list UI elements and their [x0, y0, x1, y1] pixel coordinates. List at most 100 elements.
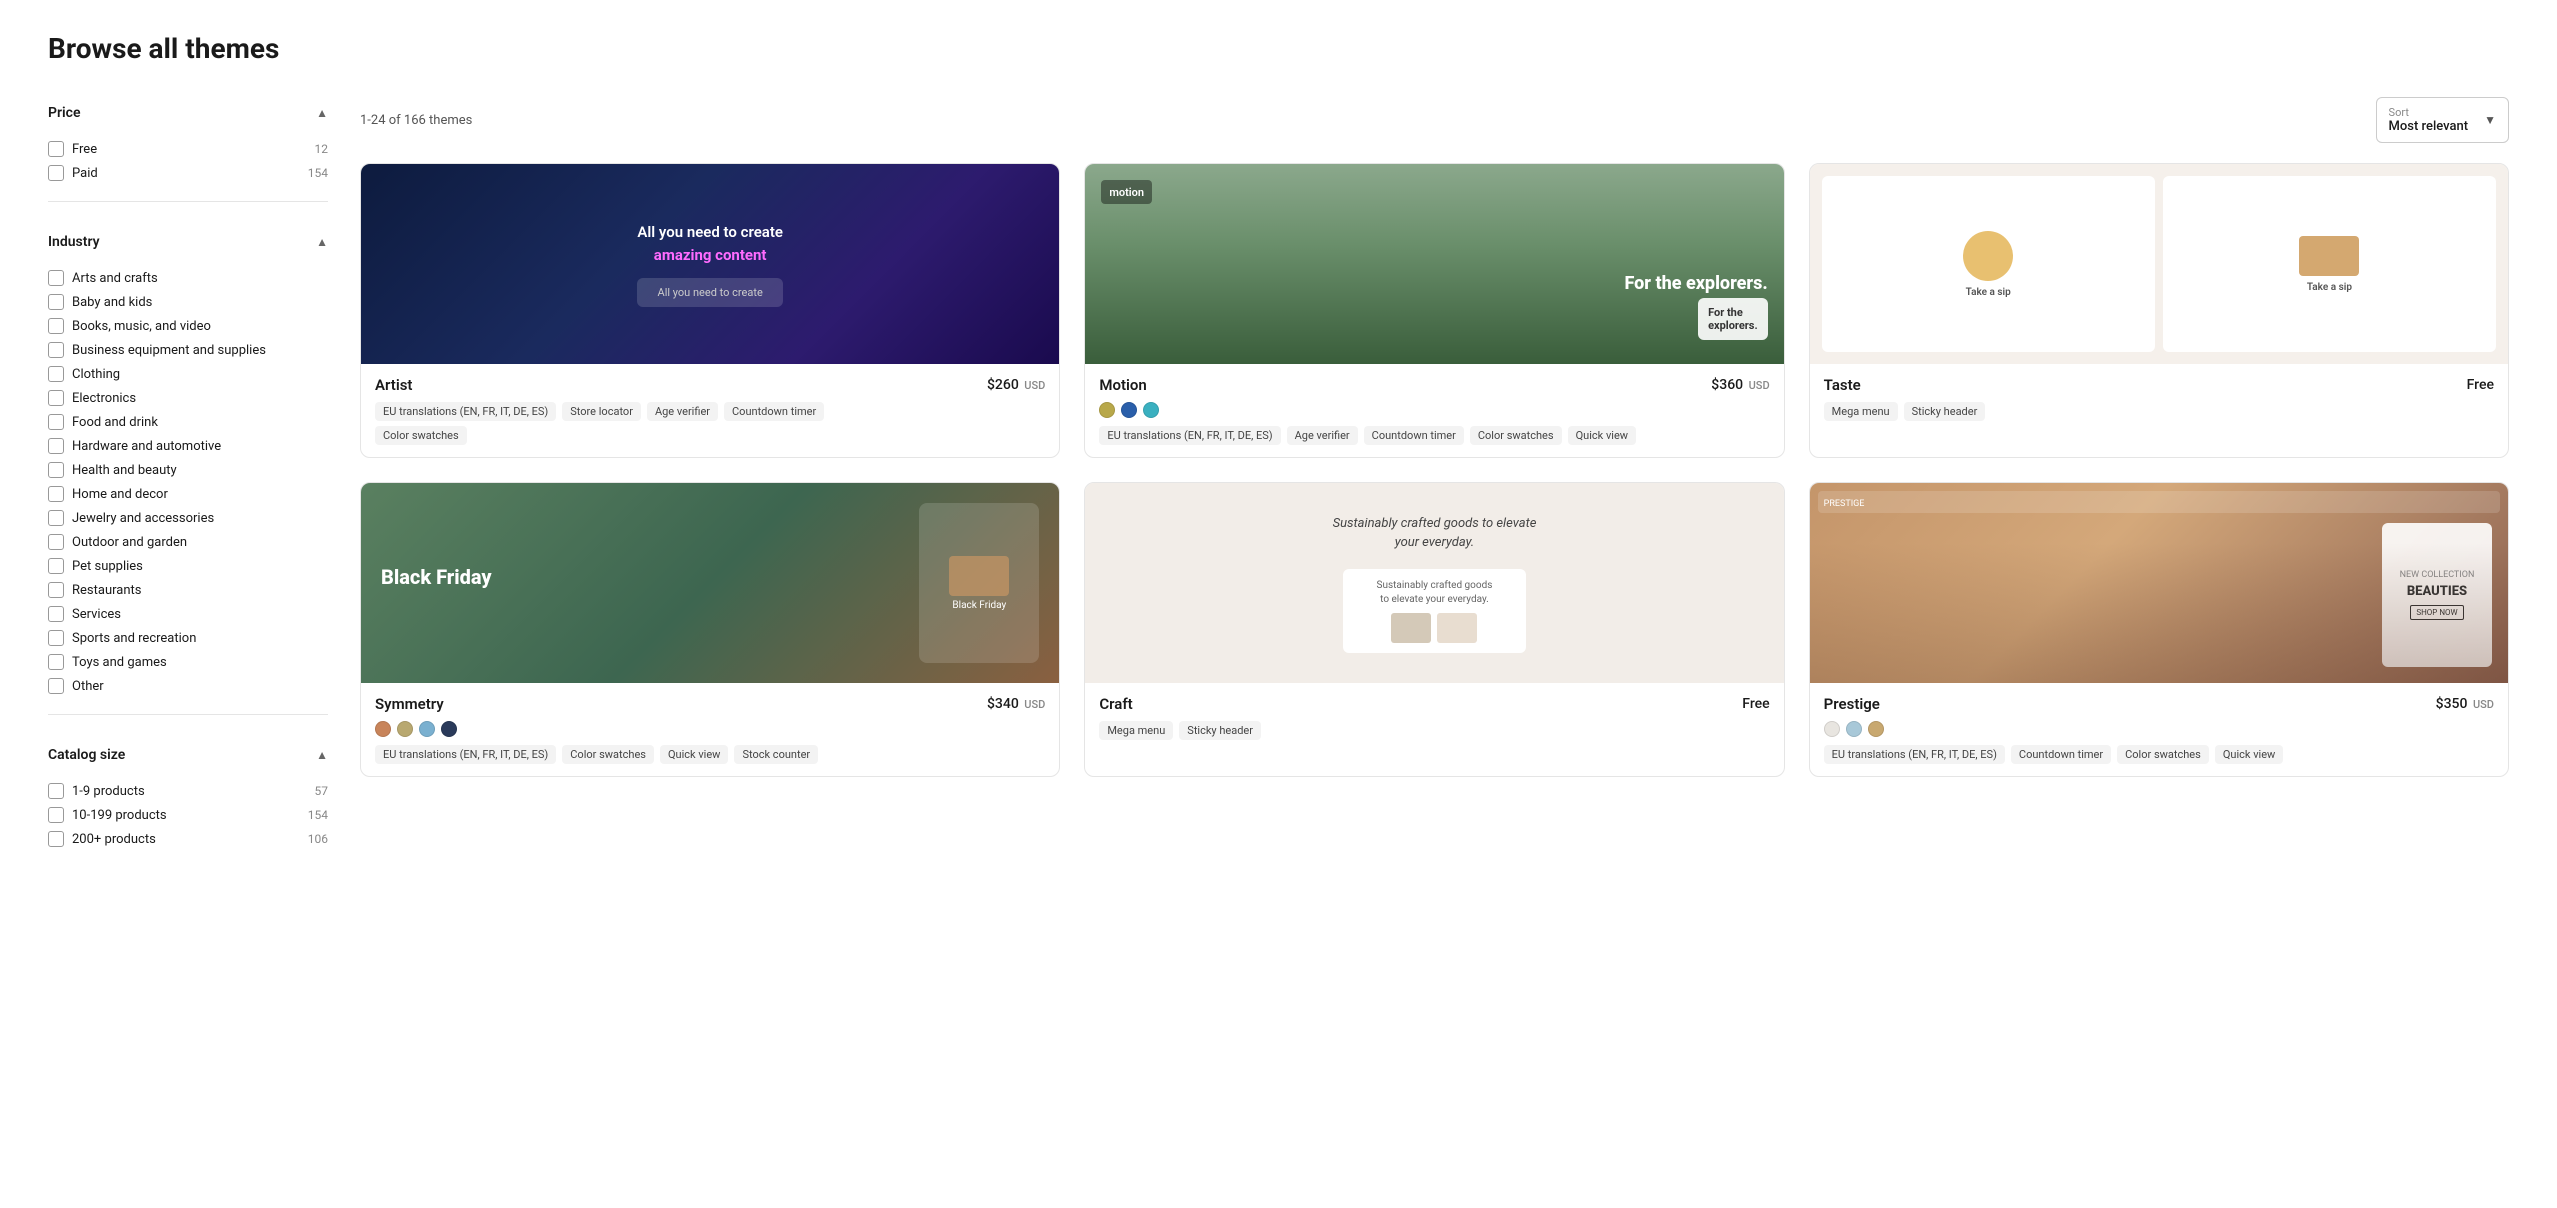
craft-preview-image: Sustainably crafted goods to elevateyour… [1085, 483, 1783, 683]
filter-item-baby[interactable]: Baby and kids [48, 290, 328, 314]
filter-item-health[interactable]: Health and beauty [48, 458, 328, 482]
checkbox-food[interactable] [48, 414, 64, 430]
theme-card-artist[interactable]: All you need to createamazing content Al… [360, 163, 1060, 458]
symmetry-theme-info: Symmetry $340 USD EU translations (EN, F… [361, 683, 1059, 776]
checkbox-business[interactable] [48, 342, 64, 358]
filter-item-services[interactable]: Services [48, 602, 328, 626]
theme-card-taste[interactable]: Take a sip Take a sip [1809, 163, 2509, 458]
checkbox-200-plus[interactable] [48, 831, 64, 847]
filter-item-jewelry[interactable]: Jewelry and accessories [48, 506, 328, 530]
motion-theme-name: Motion [1099, 376, 1146, 394]
artist-theme-tags: EU translations (EN, FR, IT, DE, ES) Sto… [375, 402, 1045, 421]
filter-item-books[interactable]: Books, music, and video [48, 314, 328, 338]
checkbox-other[interactable] [48, 678, 64, 694]
catalog-filter-header[interactable]: Catalog size ▲ [48, 739, 328, 771]
color-dot [419, 721, 435, 737]
filter-item-home[interactable]: Home and decor [48, 482, 328, 506]
filter-item-1-9[interactable]: 1-9 products 57 [48, 779, 328, 803]
theme-card-motion[interactable]: motion For the explorers. For theexplore… [1084, 163, 1784, 458]
theme-card-prestige[interactable]: PRESTIGE NEW COLLECTION BEAUTIES SHOP NO… [1809, 482, 2509, 777]
taste-theme-name: Taste [1824, 376, 1861, 394]
motion-preview-image: motion For the explorers. For theexplore… [1085, 164, 1783, 364]
free-count: 12 [315, 142, 329, 156]
checkbox-sports[interactable] [48, 630, 64, 646]
filter-item-arts[interactable]: Arts and crafts [48, 266, 328, 290]
filter-item-sports[interactable]: Sports and recreation [48, 626, 328, 650]
color-dot [1099, 402, 1115, 418]
page-title: Browse all themes [48, 32, 2509, 65]
industry-filter-header[interactable]: Industry ▲ [48, 226, 328, 258]
tag-item: Sticky header [1904, 402, 1986, 421]
filter-item-toys[interactable]: Toys and games [48, 650, 328, 674]
checkbox-electronics[interactable] [48, 390, 64, 406]
motion-theme-info: Motion $360 USD EU translations (EN, FR,… [1085, 364, 1783, 457]
checkbox-outdoor[interactable] [48, 534, 64, 550]
color-dot [1121, 402, 1137, 418]
checkbox-clothing[interactable] [48, 366, 64, 382]
sort-dropdown[interactable]: Sort Most relevant ▼ [2376, 97, 2509, 143]
filter-item-pet[interactable]: Pet supplies [48, 554, 328, 578]
restaurants-label: Restaurants [72, 583, 141, 598]
theme-card-symmetry[interactable]: Black Friday Black Friday Symmetry $340 … [360, 482, 1060, 777]
checkbox-arts[interactable] [48, 270, 64, 286]
checkbox-restaurants[interactable] [48, 582, 64, 598]
prestige-preview-image: PRESTIGE NEW COLLECTION BEAUTIES SHOP NO… [1810, 483, 2508, 683]
checkbox-home[interactable] [48, 486, 64, 502]
sort-label: Sort [2389, 106, 2469, 119]
checkbox-services[interactable] [48, 606, 64, 622]
filter-item-hardware[interactable]: Hardware and automotive [48, 434, 328, 458]
200-plus-label: 200+ products [72, 832, 156, 847]
industry-filter-section: Industry ▲ Arts and crafts Baby and kids [48, 226, 328, 715]
theme-card-craft[interactable]: Sustainably crafted goods to elevateyour… [1084, 482, 1784, 777]
artist-theme-name: Artist [375, 376, 412, 394]
electronics-label: Electronics [72, 391, 136, 406]
themes-grid: All you need to createamazing content Al… [360, 163, 2509, 777]
checkbox-toys[interactable] [48, 654, 64, 670]
filter-item-10-199[interactable]: 10-199 products 154 [48, 803, 328, 827]
taste-theme-price: Free [2467, 377, 2494, 393]
books-label: Books, music, and video [72, 319, 211, 334]
200-plus-count: 106 [308, 832, 328, 846]
checkbox-10-199[interactable] [48, 807, 64, 823]
tag-item: Quick view [1568, 426, 1636, 445]
tag-item: Age verifier [647, 402, 718, 421]
price-filter-header[interactable]: Price ▲ [48, 97, 328, 129]
tag-item: Stock counter [734, 745, 818, 764]
checkbox-free[interactable] [48, 141, 64, 157]
filter-item-electronics[interactable]: Electronics [48, 386, 328, 410]
checkbox-health[interactable] [48, 462, 64, 478]
content-area: Price ▲ Free 12 Paid 154 [48, 97, 2509, 891]
filter-item-outdoor[interactable]: Outdoor and garden [48, 530, 328, 554]
filter-item-clothing[interactable]: Clothing [48, 362, 328, 386]
food-label: Food and drink [72, 415, 158, 430]
artist-preview-image: All you need to createamazing content Al… [361, 164, 1059, 364]
checkbox-paid[interactable] [48, 165, 64, 181]
tag-item: Color swatches [1470, 426, 1562, 445]
checkbox-books[interactable] [48, 318, 64, 334]
tag-item: Color swatches [375, 426, 467, 445]
filter-item-food[interactable]: Food and drink [48, 410, 328, 434]
filter-item-200-plus[interactable]: 200+ products 106 [48, 827, 328, 851]
baby-label: Baby and kids [72, 295, 152, 310]
taste-theme-tags: Mega menu Sticky header [1824, 402, 2494, 421]
arts-label: Arts and crafts [72, 271, 158, 286]
checkbox-1-9[interactable] [48, 783, 64, 799]
artist-theme-price: $260 USD [987, 377, 1045, 393]
tag-item: Mega menu [1099, 721, 1173, 740]
filter-item-restaurants[interactable]: Restaurants [48, 578, 328, 602]
filter-item-free[interactable]: Free 12 [48, 137, 328, 161]
other-label: Other [72, 679, 104, 694]
1-9-count: 57 [315, 784, 329, 798]
filter-item-business[interactable]: Business equipment and supplies [48, 338, 328, 362]
checkbox-pet[interactable] [48, 558, 64, 574]
filter-item-paid[interactable]: Paid 154 [48, 161, 328, 185]
paid-label: Paid [72, 166, 98, 181]
checkbox-baby[interactable] [48, 294, 64, 310]
checkbox-hardware[interactable] [48, 438, 64, 454]
checkbox-jewelry[interactable] [48, 510, 64, 526]
catalog-filter-label: Catalog size [48, 747, 125, 763]
filter-item-other[interactable]: Other [48, 674, 328, 698]
prestige-theme-info: Prestige $350 USD EU translations (EN, F… [1810, 683, 2508, 776]
prestige-color-dots [1824, 721, 2494, 737]
sidebar: Price ▲ Free 12 Paid 154 [48, 97, 328, 891]
